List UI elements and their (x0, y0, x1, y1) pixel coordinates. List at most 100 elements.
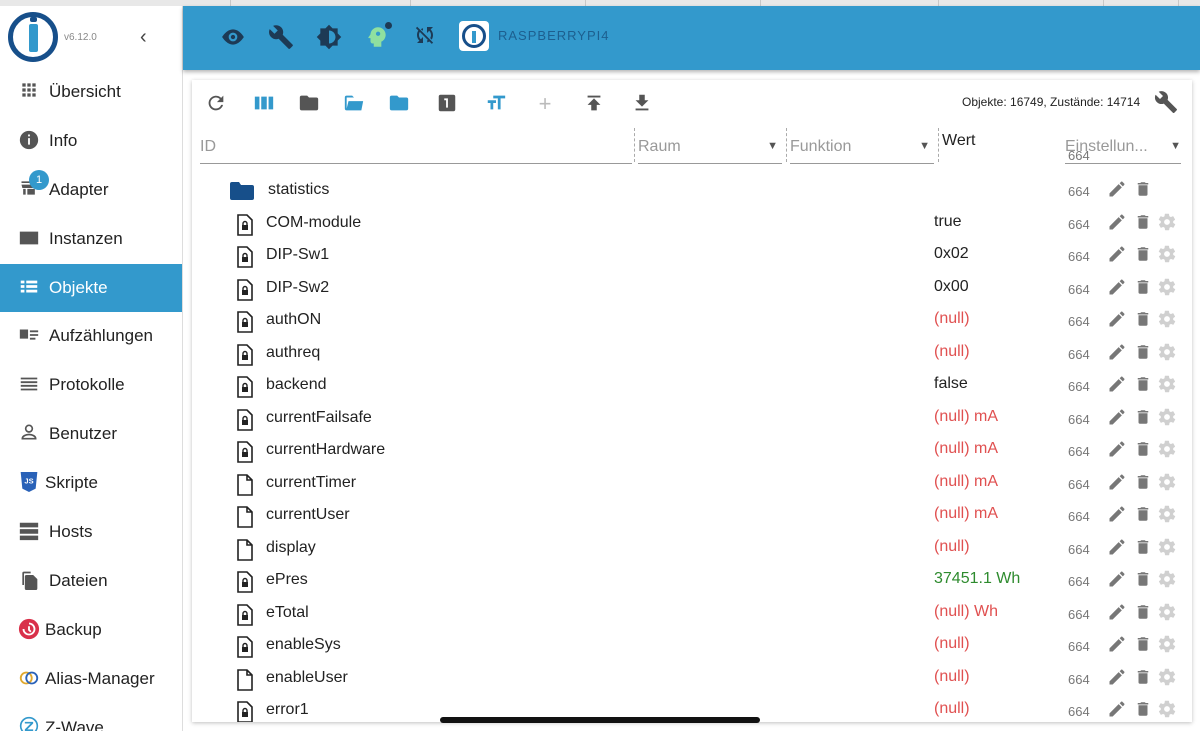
edit-pencil-icon[interactable] (1106, 504, 1128, 526)
table-row[interactable]: enableUser (null) 664 (192, 662, 1192, 695)
delete-trash-icon[interactable] (1132, 407, 1154, 429)
custom-settings-gear-icon[interactable] (1156, 699, 1178, 721)
wrench-icon[interactable] (1154, 90, 1178, 120)
delete-trash-icon[interactable] (1132, 472, 1154, 494)
table-row[interactable]: currentFailsafe (null) mA 664 (192, 402, 1192, 435)
delete-trash-icon[interactable] (1132, 277, 1154, 299)
custom-settings-gear-icon[interactable] (1156, 309, 1178, 331)
table-row[interactable]: DIP-Sw2 0x00 664 (192, 272, 1192, 305)
table-row[interactable]: eTotal (null) Wh 664 (192, 597, 1192, 630)
edit-pencil-icon[interactable] (1106, 439, 1128, 461)
refresh-icon[interactable] (204, 92, 228, 116)
sidebar-item-alias-manager[interactable]: Alias-Manager (0, 655, 182, 704)
text-size-icon[interactable] (484, 92, 508, 116)
custom-settings-gear-icon[interactable] (1156, 667, 1178, 689)
delete-trash-icon[interactable] (1132, 634, 1154, 656)
custom-settings-gear-icon[interactable] (1156, 212, 1178, 234)
hostname[interactable]: RASPBERRYPI4 (498, 28, 609, 43)
state-value[interactable]: (null) Wh (934, 603, 998, 621)
table-row[interactable]: authreq (null) 664 (192, 337, 1192, 370)
table-row[interactable]: statistics 664 (192, 174, 1192, 207)
custom-settings-gear-icon[interactable] (1156, 537, 1178, 559)
sidebar-item-aufz-hlungen[interactable]: Aufzählungen (0, 312, 182, 361)
edit-pencil-icon[interactable] (1106, 569, 1128, 591)
delete-trash-icon[interactable] (1132, 537, 1154, 559)
number-one-icon[interactable] (435, 92, 459, 116)
state-value[interactable]: (null) (934, 700, 970, 718)
state-value[interactable]: (null) (934, 538, 970, 556)
custom-settings-gear-icon[interactable] (1156, 439, 1178, 461)
table-row[interactable]: currentUser (null) mA 664 (192, 499, 1192, 532)
delete-trash-icon[interactable] (1132, 569, 1154, 591)
custom-settings-gear-icon[interactable] (1156, 342, 1178, 364)
download-icon[interactable] (630, 92, 654, 116)
delete-trash-icon[interactable] (1132, 309, 1154, 331)
table-row[interactable]: ePres 37451.1 Wh 664 (192, 564, 1192, 597)
eye-icon[interactable] (219, 24, 247, 52)
folder-closed-icon[interactable] (387, 92, 411, 116)
edit-pencil-icon[interactable] (1106, 537, 1128, 559)
table-row[interactable]: COM-module true 664 (192, 207, 1192, 240)
expert-mode-icon[interactable] (363, 22, 392, 52)
sidebar-item-info[interactable]: Info (0, 117, 182, 166)
table-row[interactable]: backend false 664 (192, 369, 1192, 402)
state-value[interactable]: false (934, 375, 968, 393)
custom-settings-gear-icon[interactable] (1156, 504, 1178, 526)
table-row-partial[interactable]: 664 (192, 140, 1192, 173)
table-row[interactable]: authON (null) 664 (192, 304, 1192, 337)
edit-pencil-icon[interactable] (1106, 602, 1128, 624)
edit-pencil-icon[interactable] (1106, 277, 1128, 299)
edit-pencil-icon[interactable] (1106, 244, 1128, 266)
edit-pencil-icon[interactable] (1106, 667, 1128, 689)
delete-trash-icon[interactable] (1132, 699, 1154, 721)
custom-settings-gear-icon[interactable] (1156, 277, 1178, 299)
delete-trash-icon[interactable] (1132, 212, 1154, 234)
wrench-icon[interactable] (267, 24, 295, 52)
sidebar-item-adapter[interactable]: 1 Adapter (0, 166, 182, 215)
state-value[interactable]: true (934, 213, 962, 231)
edit-pencil-icon[interactable] (1106, 634, 1128, 656)
delete-trash-icon[interactable] (1132, 374, 1154, 396)
sidebar-item-benutzer[interactable]: Benutzer (0, 410, 182, 459)
state-value[interactable]: 37451.1 Wh (934, 570, 1020, 588)
table-row[interactable]: display (null) 664 (192, 532, 1192, 565)
sidebar-item-skripte[interactable]: JS Skripte (0, 459, 182, 508)
chevron-left-icon[interactable]: ‹ (140, 26, 147, 49)
table-row[interactable]: enableSys (null) 664 (192, 629, 1192, 662)
delete-trash-icon[interactable] (1132, 667, 1154, 689)
sidebar-item-objekte[interactable]: Objekte (0, 263, 182, 313)
add-icon[interactable]: + (533, 92, 557, 116)
delete-trash-icon[interactable] (1132, 244, 1154, 266)
edit-pencil-icon[interactable] (1106, 179, 1128, 201)
delete-trash-icon[interactable] (1132, 179, 1154, 201)
sidebar-item-hosts[interactable]: Hosts (0, 508, 182, 557)
state-value[interactable]: (null) mA (934, 440, 998, 458)
sidebar-item-dateien[interactable]: Dateien (0, 557, 182, 606)
custom-settings-gear-icon[interactable] (1156, 569, 1178, 591)
state-value[interactable]: (null) (934, 668, 970, 686)
edit-pencil-icon[interactable] (1106, 309, 1128, 331)
sidebar-item-backup[interactable]: Backup (0, 606, 182, 655)
folder-open-icon[interactable] (342, 92, 366, 116)
custom-settings-gear-icon[interactable] (1156, 407, 1178, 429)
delete-trash-icon[interactable] (1132, 602, 1154, 624)
state-value[interactable]: (null) mA (934, 408, 998, 426)
state-value[interactable]: 0x02 (934, 245, 969, 263)
sidebar-item-instanzen[interactable]: Instanzen (0, 215, 182, 264)
table-row[interactable]: currentTimer (null) mA 664 (192, 467, 1192, 500)
sidebar-item-protokolle[interactable]: Protokolle (0, 361, 182, 410)
state-value[interactable]: (null) (934, 635, 970, 653)
columns-icon[interactable] (252, 92, 276, 116)
upload-icon[interactable] (582, 92, 606, 116)
delete-trash-icon[interactable] (1132, 504, 1154, 526)
brightness-icon[interactable] (315, 24, 343, 52)
state-value[interactable]: 0x00 (934, 278, 969, 296)
custom-settings-gear-icon[interactable] (1156, 244, 1178, 266)
table-row[interactable]: DIP-Sw1 0x02 664 (192, 239, 1192, 272)
sidebar-item--bersicht[interactable]: Übersicht (0, 68, 182, 117)
state-value[interactable]: (null) (934, 310, 970, 328)
edit-pencil-icon[interactable] (1106, 212, 1128, 234)
custom-settings-gear-icon[interactable] (1156, 374, 1178, 396)
delete-trash-icon[interactable] (1132, 342, 1154, 364)
custom-settings-gear-icon[interactable] (1156, 602, 1178, 624)
